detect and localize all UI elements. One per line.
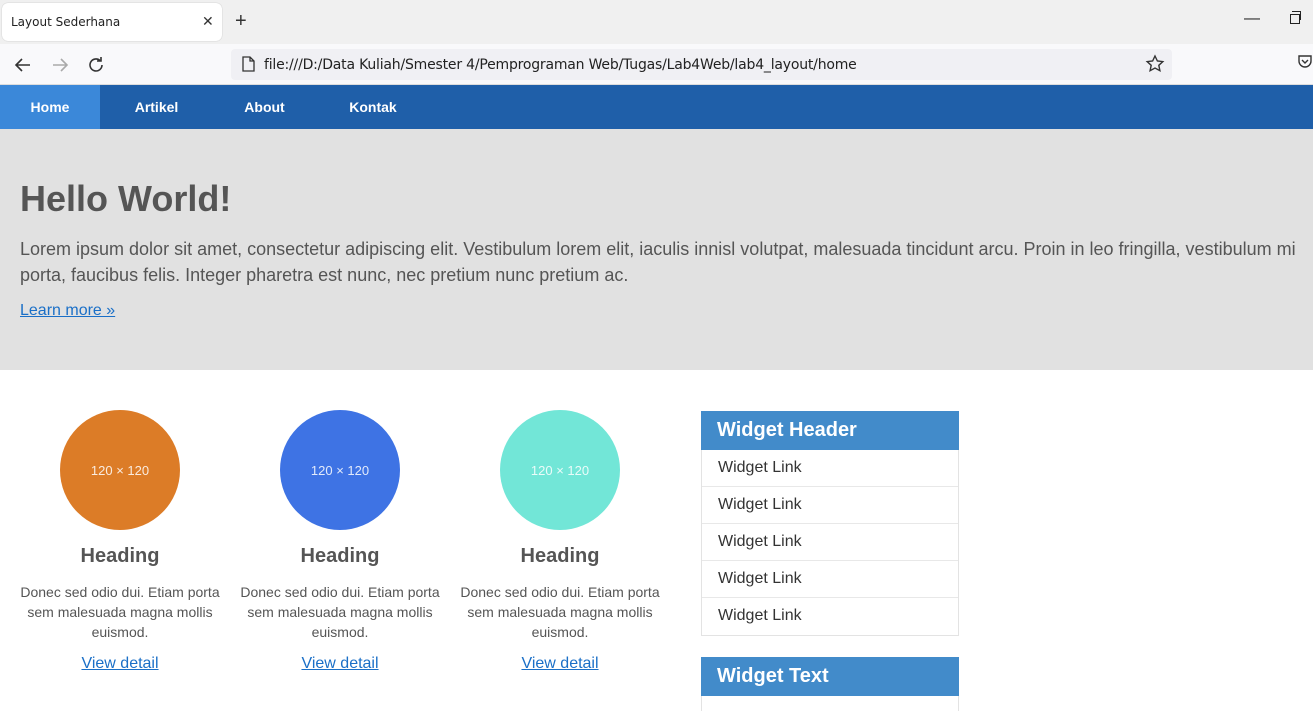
box-text: Donec sed odio dui. Etiam porta sem male…	[460, 584, 660, 640]
box-heading: Heading	[520, 545, 600, 567]
hero-text: Lorem ipsum dolor sit amet, consectetur …	[20, 239, 1296, 285]
box-text: Donec sed odio dui. Etiam porta sem male…	[20, 584, 220, 640]
box-heading: Heading	[80, 545, 160, 567]
widget-link[interactable]: Widget Link	[702, 561, 958, 598]
content-box: 120 × 120 Heading Donec sed odio dui. Et…	[460, 410, 660, 673]
bookmark-star-icon[interactable]	[1145, 54, 1165, 79]
widget-link[interactable]: Widget Link	[702, 450, 958, 487]
content-box: 120 × 120 Heading Donec sed odio dui. Et…	[20, 410, 220, 673]
nav-item-artikel[interactable]: Artikel	[100, 85, 213, 129]
nav-item-home[interactable]: Home	[0, 85, 100, 129]
widget-text: Widget Text	[701, 657, 959, 711]
restore-icon[interactable]	[1290, 11, 1301, 24]
reload-icon[interactable]	[85, 54, 107, 76]
box-heading: Heading	[300, 545, 380, 567]
widget-links: Widget Header Widget Link Widget Link Wi…	[701, 411, 959, 636]
placeholder-image: 120 × 120	[500, 410, 620, 530]
back-arrow-icon[interactable]	[12, 54, 34, 76]
browser-tab[interactable]: Layout Sederhana ✕	[2, 3, 222, 41]
placeholder-image: 120 × 120	[60, 410, 180, 530]
nav-item-about[interactable]: About	[213, 85, 316, 129]
view-detail-link[interactable]: View detail	[81, 655, 158, 673]
widget-link[interactable]: Widget Link	[702, 598, 958, 635]
widget-text-header: Widget Text	[701, 657, 959, 696]
view-detail-link[interactable]: View detail	[301, 655, 378, 673]
content-box: 120 × 120 Heading Donec sed odio dui. Et…	[240, 410, 440, 673]
url-text[interactable]: file:///D:/Data Kuliah/Smester 4/Pemprog…	[264, 57, 857, 73]
view-detail-link[interactable]: View detail	[521, 655, 598, 673]
browser-tabbar: Layout Sederhana ✕ + —	[0, 0, 1313, 44]
widget-link[interactable]: Widget Link	[702, 487, 958, 524]
new-tab-icon[interactable]: +	[235, 11, 247, 31]
widget-link[interactable]: Widget Link	[702, 524, 958, 561]
hero-title: Hello World!	[20, 178, 232, 219]
tab-title: Layout Sederhana	[11, 15, 121, 29]
placeholder-image: 120 × 120	[280, 410, 400, 530]
url-bar[interactable]: file:///D:/Data Kuliah/Smester 4/Pemprog…	[231, 49, 1172, 80]
hero-section: Hello World! Lorem ipsum dolor sit amet,…	[0, 129, 1313, 370]
main-nav: Home Artikel About Kontak	[0, 85, 1313, 129]
nav-item-kontak[interactable]: Kontak	[316, 85, 430, 129]
forward-arrow-icon[interactable]	[49, 54, 71, 76]
widget-link-list: Widget Link Widget Link Widget Link Widg…	[701, 450, 959, 636]
minimize-icon[interactable]: —	[1244, 10, 1260, 28]
learn-more-link[interactable]: Learn more »	[20, 302, 115, 320]
box-text: Donec sed odio dui. Etiam porta sem male…	[240, 584, 440, 640]
page-icon	[241, 56, 255, 77]
close-tab-icon[interactable]: ✕	[202, 13, 214, 29]
widget-header: Widget Header	[701, 411, 959, 450]
browser-toolbar: file:///D:/Data Kuliah/Smester 4/Pemprog…	[0, 44, 1313, 85]
widget-text-body	[701, 696, 959, 711]
pocket-icon[interactable]	[1297, 54, 1313, 75]
